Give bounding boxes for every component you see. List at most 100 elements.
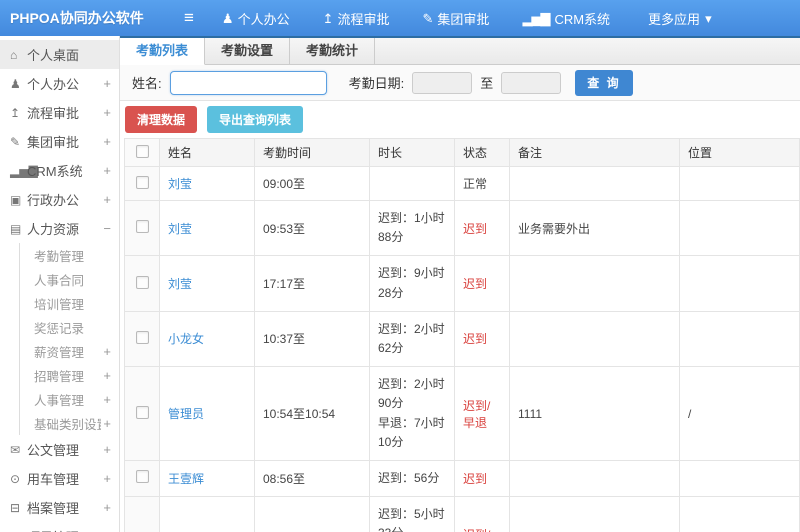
sidebar-item[interactable]: ⊙ 用车管理 + <box>0 464 119 493</box>
sidebar-item-label: 薪资管理 <box>34 345 85 360</box>
tab[interactable]: 考勤设置 <box>205 38 291 64</box>
table-row: 王壹辉 08:56至 迟到：56分 迟到 <box>124 459 800 498</box>
to-label: 至 <box>480 76 494 91</box>
row-checkbox[interactable] <box>135 175 149 189</box>
row-checkbox[interactable] <box>135 405 149 419</box>
sidebar-item[interactable]: 奖惩记录 <box>19 315 119 339</box>
duration-late: 迟到：5小时33分 <box>378 507 445 532</box>
status-cell: 迟到 <box>454 310 510 368</box>
sidebar-item-label: 奖惩记录 <box>34 321 85 336</box>
row-select-cell <box>124 496 160 532</box>
tab[interactable]: 考勤列表 <box>120 38 206 65</box>
select-all-cell <box>124 138 160 167</box>
sidebar-item[interactable]: 考勤管理 <box>19 243 119 267</box>
book-icon: ▤ <box>10 221 22 236</box>
row-select-cell <box>124 310 160 368</box>
status-badge: 迟到 <box>463 221 488 236</box>
topbar-menu-item[interactable]: 更多应用 ▾ <box>629 0 725 36</box>
menu-icon[interactable]: ≡ <box>170 8 208 28</box>
sidebar-item[interactable]: ▦ 项目管理 + <box>0 522 119 532</box>
note-cell: 1111 <box>509 366 680 461</box>
sidebar-item[interactable]: 基础类别设置 + <box>19 411 119 435</box>
name-cell: 刘莹 <box>159 199 255 257</box>
action-bar: 清理数据 导出查询列表 <box>120 101 800 138</box>
status-badge: 迟到/早退 <box>463 398 491 430</box>
sidebar-item[interactable]: ▣ 行政办公 + <box>0 185 119 214</box>
name-input[interactable] <box>169 70 327 95</box>
sidebar-item[interactable]: ✉ 公文管理 + <box>0 435 119 464</box>
tab[interactable]: 考勤统计 <box>290 38 376 64</box>
duration-cell: 迟到：9小时28分 <box>369 255 455 312</box>
clean-data-button[interactable]: 清理数据 <box>125 106 198 133</box>
location-cell: / <box>679 366 800 461</box>
topbar-menu-item[interactable]: ♟ 个人办公 <box>208 0 309 36</box>
export-list-button[interactable]: 导出查询列表 <box>207 106 304 133</box>
search-button[interactable]: 查 询 <box>575 69 633 96</box>
employee-name-link[interactable]: 小龙女 <box>168 332 204 346</box>
duration-cell: 迟到：56分 <box>369 459 455 498</box>
topbar-menu-item[interactable]: ↥ 流程审批 <box>309 0 409 36</box>
date-to-input[interactable] <box>501 71 562 94</box>
sidebar-item-label: 人事管理 <box>34 393 85 408</box>
sidebar-item[interactable]: ↥ 流程审批 + <box>0 98 119 127</box>
sidebar-item[interactable]: ⌂ 个人桌面 <box>0 40 119 69</box>
sidebar: ⌂ 个人桌面 ♟ 个人办公 + ↥ 流程审批 + ✎ 集团审批 + ▂▅▇ CR… <box>0 36 120 532</box>
note-cell: 业务需要外出 <box>509 199 680 257</box>
duration-late: 迟到：2小时62分 <box>378 321 445 355</box>
location-cell: / <box>679 496 800 532</box>
expand-indicator: + <box>103 500 111 515</box>
sidebar-item[interactable]: ♟ 个人办公 + <box>0 69 119 98</box>
name-cell: 刘莹 <box>159 255 255 312</box>
time-cell: 17:17至 <box>254 255 370 312</box>
status-badge: 迟到 <box>463 471 488 486</box>
row-checkbox[interactable] <box>135 275 149 289</box>
note-cell <box>509 255 680 312</box>
sidebar-item-label: CRM系统 <box>27 164 83 179</box>
sidebar-item-label: 考勤管理 <box>34 249 85 264</box>
employee-name-link[interactable]: 王壹辉 <box>168 472 204 486</box>
employee-name-link[interactable]: 刘莹 <box>168 177 192 191</box>
sidebar-item-label: 人事合同 <box>34 273 85 288</box>
row-checkbox[interactable] <box>135 220 149 234</box>
expand-indicator: + <box>103 442 111 457</box>
expand-indicator: + <box>103 415 111 431</box>
edit-icon: ✎ <box>10 134 21 149</box>
sidebar-item[interactable]: 招聘管理 + <box>19 363 119 387</box>
topbar-menu-item[interactable]: ▂▅▇ CRM系统 <box>508 0 629 36</box>
topbar-menu-item[interactable]: ✎ 集团审批 <box>409 0 509 36</box>
car-icon: ⊙ <box>10 471 21 486</box>
topbar-menu-label: 集团审批 <box>437 11 490 27</box>
table-row: 管理员 10:54至10:54 迟到：2小时90分 早退：7小时10分 迟到/早… <box>124 366 800 461</box>
sidebar-item[interactable]: ▂▅▇ CRM系统 + <box>0 156 119 185</box>
sidebar-item[interactable]: ▤ 人力资源 − <box>0 214 119 243</box>
column-header: 状态 <box>454 138 510 167</box>
employee-name-link[interactable]: 刘莹 <box>168 277 192 291</box>
duration-cell <box>369 166 455 201</box>
sidebar-item-label: 项目管理 <box>27 527 101 532</box>
sidebar-item[interactable]: 人事管理 + <box>19 387 119 411</box>
app-logo: PHPOA协同办公软件 <box>10 10 144 26</box>
sidebar-item[interactable]: 薪资管理 + <box>19 339 119 363</box>
row-checkbox[interactable] <box>135 330 149 344</box>
table-row: 小龙女 10:37至 迟到：2小时62分 迟到 <box>124 310 800 368</box>
name-cell: 王壹辉 <box>159 459 255 498</box>
duration-late: 迟到：56分 <box>378 470 440 485</box>
sidebar-item[interactable]: ✎ 集团审批 + <box>0 127 119 156</box>
employee-name-link[interactable]: 刘莹 <box>168 222 192 236</box>
duration-cell: 迟到：2小时90分 早退：7小时10分 <box>369 366 455 461</box>
date-from-input[interactable] <box>412 71 473 94</box>
row-checkbox[interactable] <box>135 470 149 484</box>
sidebar-item[interactable]: 培训管理 <box>19 291 119 315</box>
name-cell: 小龙女 <box>159 310 255 368</box>
sidebar-item-label: 人力资源 <box>27 222 80 237</box>
status-cell: 正常 <box>454 166 510 201</box>
topbar-menu-label: 个人办公 <box>237 11 290 27</box>
expand-indicator: + <box>103 105 111 120</box>
sidebar-item[interactable]: 人事合同 <box>19 267 119 291</box>
sidebar-item[interactable]: ⊟ 档案管理 + <box>0 493 119 522</box>
expand-indicator: + <box>103 134 111 149</box>
status-cell: 迟到/早退 <box>454 366 510 461</box>
select-all-checkbox[interactable] <box>135 144 149 158</box>
note-cell <box>509 496 680 532</box>
employee-name-link[interactable]: 管理员 <box>168 407 204 421</box>
